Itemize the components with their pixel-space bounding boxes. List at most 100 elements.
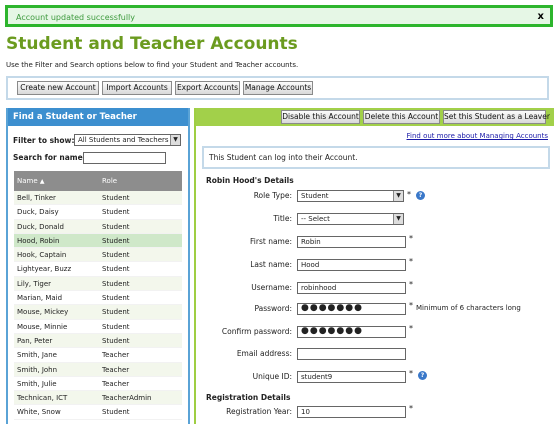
required-mark: * — [407, 190, 411, 199]
role-type-select[interactable]: Student ▼ — [297, 190, 404, 202]
table-row[interactable]: Hook, Captain Student — [14, 248, 182, 263]
table-row[interactable]: Smith, Jane Teacher — [14, 348, 182, 363]
first-name-label: First name: — [250, 237, 292, 246]
details-toolbar: Disable this Account Delete this Account… — [196, 108, 554, 126]
required-mark: * — [409, 234, 413, 243]
delete-account-button[interactable]: Delete this Account — [363, 110, 440, 124]
filter-select[interactable]: All Students and Teachers ▼ — [74, 134, 181, 146]
confirm-password-field[interactable]: ●●●●●●● — [297, 326, 406, 338]
registration-heading: Registration Details — [206, 393, 291, 402]
chevron-down-icon: ▼ — [393, 214, 403, 224]
row-name: Bell, Tinker — [17, 194, 56, 202]
table-row[interactable]: White, Snow Student — [14, 405, 182, 420]
row-name: Mouse, Minnie — [17, 322, 68, 331]
row-role: Student — [102, 194, 130, 202]
required-mark: * — [409, 280, 413, 289]
row-role: Student — [102, 236, 130, 245]
username-field[interactable]: robinhood — [297, 282, 406, 294]
table-row[interactable]: Technican, ICT TeacherAdmin — [14, 391, 182, 406]
row-name: Duck, Daisy — [17, 208, 59, 217]
password-note: Minimum of 6 characters long — [416, 304, 521, 312]
row-role: TeacherAdmin — [102, 394, 152, 403]
email-field[interactable] — [297, 348, 406, 360]
row-role: Student — [102, 322, 130, 331]
search-input[interactable] — [83, 152, 166, 164]
unique-id-label: Unique ID: — [252, 372, 292, 381]
row-name: Technican, ICT — [17, 394, 68, 403]
role-type-value: Student — [301, 192, 329, 200]
details-heading: Robin Hood's Details — [206, 176, 294, 185]
row-role: Student — [102, 265, 130, 274]
row-role: Student — [102, 279, 130, 288]
table-row[interactable]: Smith, Julie Teacher — [14, 377, 182, 392]
table-row[interactable]: Mouse, Mickey Student — [14, 305, 182, 320]
required-mark: * — [409, 324, 413, 333]
last-name-field[interactable]: Hood — [297, 259, 406, 271]
row-role: Teacher — [102, 379, 130, 388]
row-name: Duck, Donald — [17, 222, 64, 231]
row-role: Student — [102, 208, 130, 217]
row-role: Student — [102, 251, 130, 260]
row-role: Student — [102, 222, 130, 231]
import-accounts-button[interactable]: Import Accounts — [102, 81, 172, 95]
help-icon[interactable]: ? — [416, 191, 425, 200]
first-name-field[interactable]: Robin — [297, 236, 406, 248]
row-name: Smith, Jane — [17, 351, 57, 360]
help-icon[interactable]: ? — [418, 371, 427, 380]
row-name: Marian, Maid — [17, 294, 63, 303]
table-row[interactable]: Marian, Maid Student — [14, 291, 182, 306]
accounts-table: Name ▲ Role Bell, Tinker Student Duck, Dai… — [14, 171, 182, 420]
last-name-label: Last name: — [250, 260, 292, 269]
set-leaver-button[interactable]: Set this Student as a Leaver — [443, 110, 550, 124]
table-row[interactable]: Hood, Robin Student — [14, 233, 182, 249]
page-intro: Use the Filter and Search options below … — [6, 61, 299, 69]
table-row[interactable]: Mouse, Minnie Student — [14, 320, 182, 334]
disable-account-button[interactable]: Disable this Account — [281, 110, 360, 124]
table-row[interactable]: Lightyear, Buzz Student — [14, 262, 182, 277]
create-account-button[interactable]: Create new Account — [17, 81, 99, 95]
sort-arrow-icon: ▲ — [39, 178, 45, 185]
row-name: Lightyear, Buzz — [17, 265, 72, 274]
table-row[interactable]: Bell, Tinker Student — [14, 191, 182, 206]
row-role: Student — [102, 294, 130, 303]
name-column-header[interactable]: Name ▲ — [17, 171, 45, 192]
row-name: Mouse, Mickey — [17, 308, 69, 317]
managing-accounts-link[interactable]: Find out more about Managing Accounts — [407, 132, 549, 140]
required-mark: * — [409, 301, 413, 310]
password-field[interactable]: ●●●●●●● — [297, 303, 406, 315]
table-header: Name ▲ Role — [14, 171, 182, 191]
details-panel: Disable this Account Delete this Account… — [194, 108, 554, 424]
required-mark: * — [409, 369, 413, 378]
row-name: Smith, Julie — [17, 379, 57, 388]
role-column-header[interactable]: Role — [102, 171, 117, 191]
chevron-down-icon: ▼ — [393, 191, 403, 201]
registration-year-field[interactable]: 10 — [297, 406, 406, 418]
row-role: Student — [102, 308, 130, 317]
table-row[interactable]: Smith, John Teacher — [14, 362, 182, 377]
title-select[interactable]: -- Select ▼ — [297, 213, 404, 225]
row-name: Hood, Robin — [17, 236, 60, 245]
row-role: Student — [102, 336, 130, 345]
required-mark: * — [409, 257, 413, 266]
find-panel-header: Find a Student or Teacher — [8, 108, 188, 126]
table-row[interactable]: Lily, Tiger Student — [14, 276, 182, 292]
account-status-info: This Student can log into their Account. — [202, 146, 550, 169]
table-row[interactable]: Duck, Daisy Student — [14, 205, 182, 220]
alert-close-button[interactable]: x — [538, 11, 544, 22]
chevron-down-icon: ▼ — [170, 135, 180, 145]
table-body: Bell, Tinker Student Duck, Daisy Student Duc… — [14, 191, 182, 420]
row-name: Lily, Tiger — [17, 279, 52, 288]
table-row[interactable]: Pan, Peter Student — [14, 333, 182, 349]
password-label: Password: — [254, 304, 292, 313]
row-role: Teacher — [102, 365, 130, 374]
row-name: White, Snow — [17, 408, 61, 417]
export-accounts-button[interactable]: Export Accounts — [175, 81, 240, 95]
alert-message: Account updated successfully — [16, 13, 136, 22]
table-row[interactable]: Duck, Donald Student — [14, 219, 182, 234]
unique-id-field[interactable]: student9 — [297, 371, 406, 383]
manage-accounts-button[interactable]: Manage Accounts — [243, 81, 313, 95]
row-name: Smith, John — [17, 365, 58, 374]
title-value: -- Select — [301, 215, 330, 223]
username-label: Username: — [251, 283, 292, 292]
confirm-password-label: Confirm password: — [221, 327, 292, 336]
